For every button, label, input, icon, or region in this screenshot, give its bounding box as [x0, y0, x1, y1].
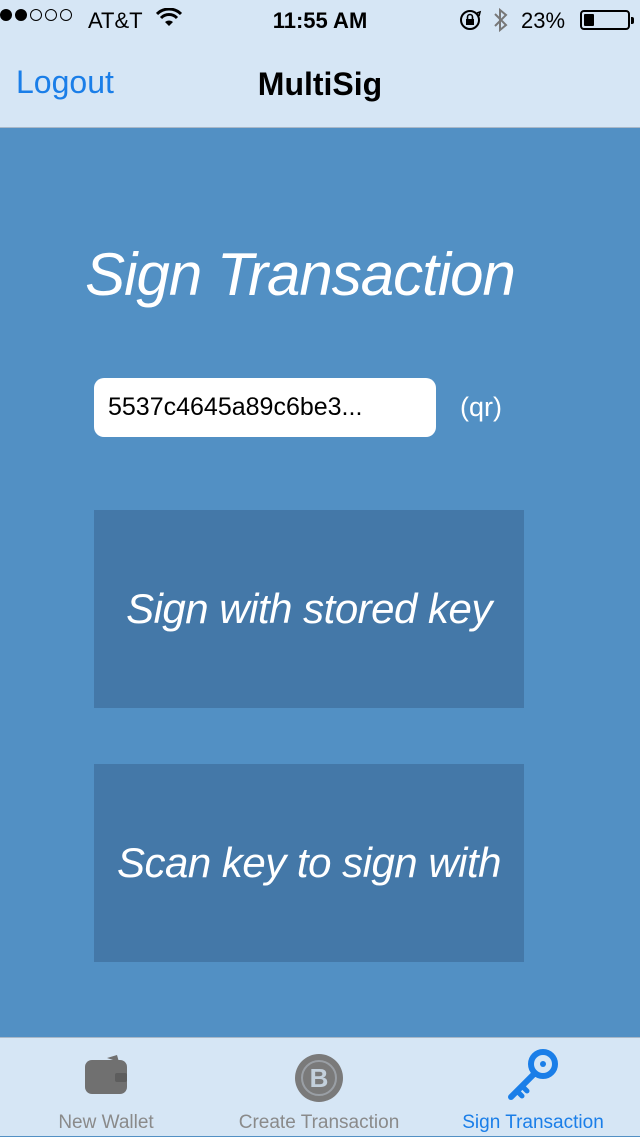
- bitcoin-icon: B: [293, 1052, 345, 1109]
- bluetooth-icon: [491, 6, 511, 40]
- sign-with-stored-key-button[interactable]: Sign with stored key: [94, 510, 524, 708]
- tab-new-wallet[interactable]: New Wallet: [0, 1038, 212, 1137]
- rotation-lock-icon: [458, 8, 482, 38]
- scan-key-to-sign-button[interactable]: Scan key to sign with: [94, 764, 524, 962]
- tab-create-transaction[interactable]: B Create Transaction: [212, 1038, 426, 1137]
- tab-sign-transaction[interactable]: Sign Transaction: [426, 1038, 640, 1137]
- wallet-icon: [83, 1052, 129, 1101]
- qr-scan-link[interactable]: (qr): [460, 392, 502, 423]
- tab-label: Sign Transaction: [462, 1112, 604, 1133]
- top-bar: AT&T 11:55 AM 23% Logout MultiSig: [0, 0, 640, 128]
- key-icon: [505, 1048, 561, 1109]
- nav-title: MultiSig: [257, 66, 383, 102]
- tab-label: Create Transaction: [238, 1112, 400, 1133]
- page-heading: Sign Transaction: [85, 241, 516, 308]
- status-bar: AT&T 11:55 AM 23%: [0, 0, 640, 40]
- battery-percent: 23%: [521, 8, 566, 33]
- svg-text:B: B: [310, 1063, 329, 1093]
- transaction-input[interactable]: [94, 378, 436, 437]
- tab-label: New Wallet: [58, 1112, 154, 1133]
- battery-icon: [580, 10, 634, 30]
- tab-bar: New Wallet B Create Transaction Sign Tra…: [0, 1037, 640, 1136]
